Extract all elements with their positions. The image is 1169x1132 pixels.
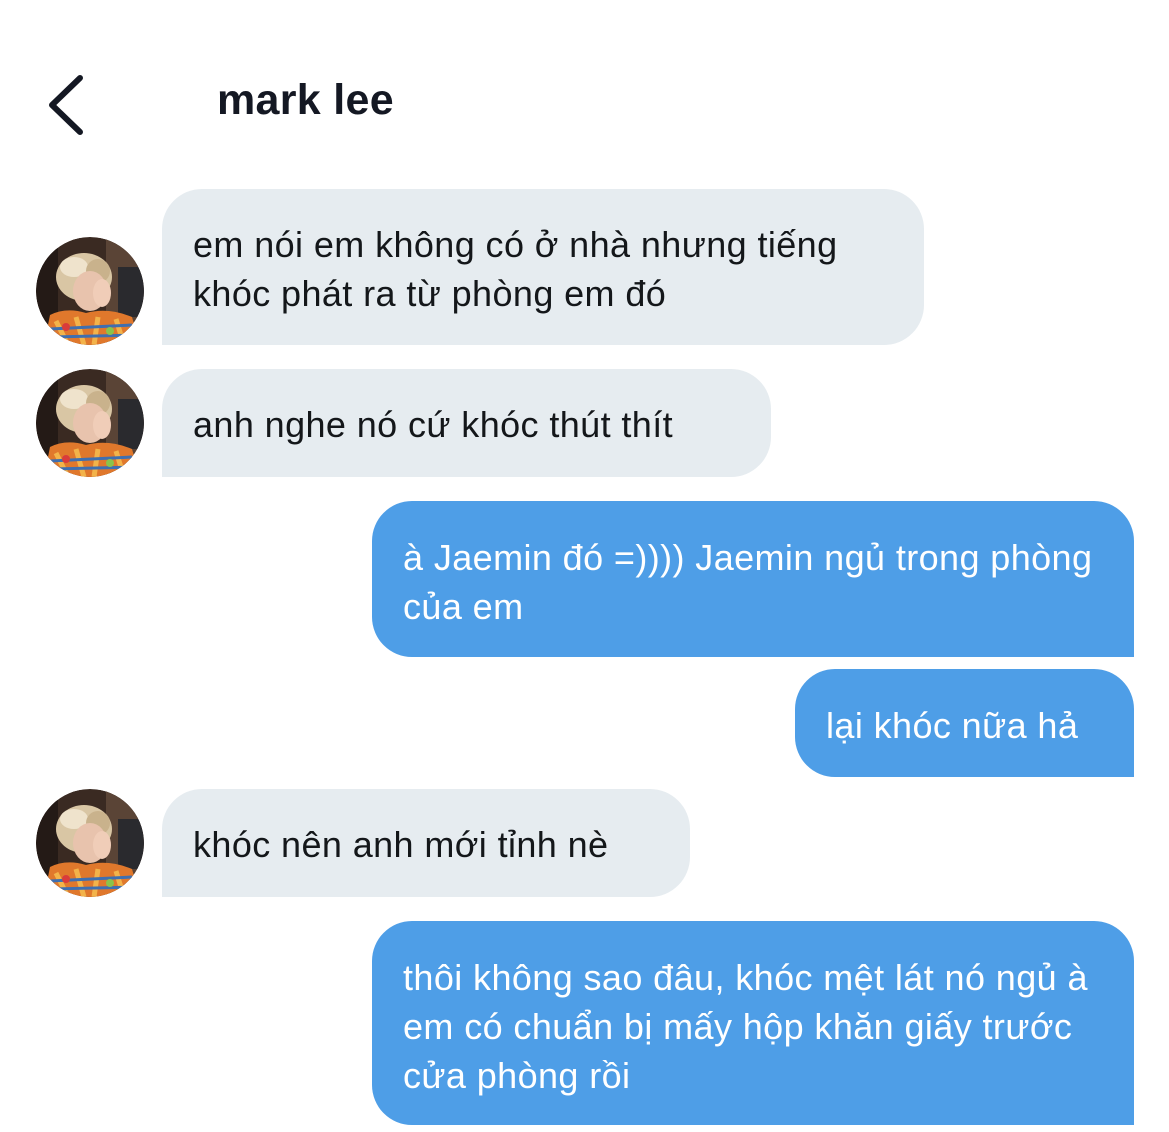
chat-header: mark lee <box>0 0 1169 190</box>
message-bubble[interactable]: lại khóc nữa hả <box>795 669 1134 777</box>
conversation-title: mark lee <box>217 76 394 124</box>
message-bubble[interactable]: à Jaemin đó =)))) Jaemin ngủ trong phòng… <box>372 501 1134 657</box>
message-bubble[interactable]: khóc nên anh mới tỉnh nè <box>162 789 690 897</box>
message-bubble[interactable]: em nói em không có ở nhà nhưng tiếng khó… <box>162 189 924 345</box>
avatar[interactable] <box>36 789 144 897</box>
message-bubble[interactable]: anh nghe nó cứ khóc thút thít <box>162 369 771 477</box>
avatar[interactable] <box>36 369 144 477</box>
message-bubble[interactable]: thôi không sao đâu, khóc mệt lát nó ngủ … <box>372 921 1134 1125</box>
chevron-left-icon <box>49 75 83 135</box>
avatar[interactable] <box>36 237 144 345</box>
back-button[interactable] <box>40 70 100 140</box>
